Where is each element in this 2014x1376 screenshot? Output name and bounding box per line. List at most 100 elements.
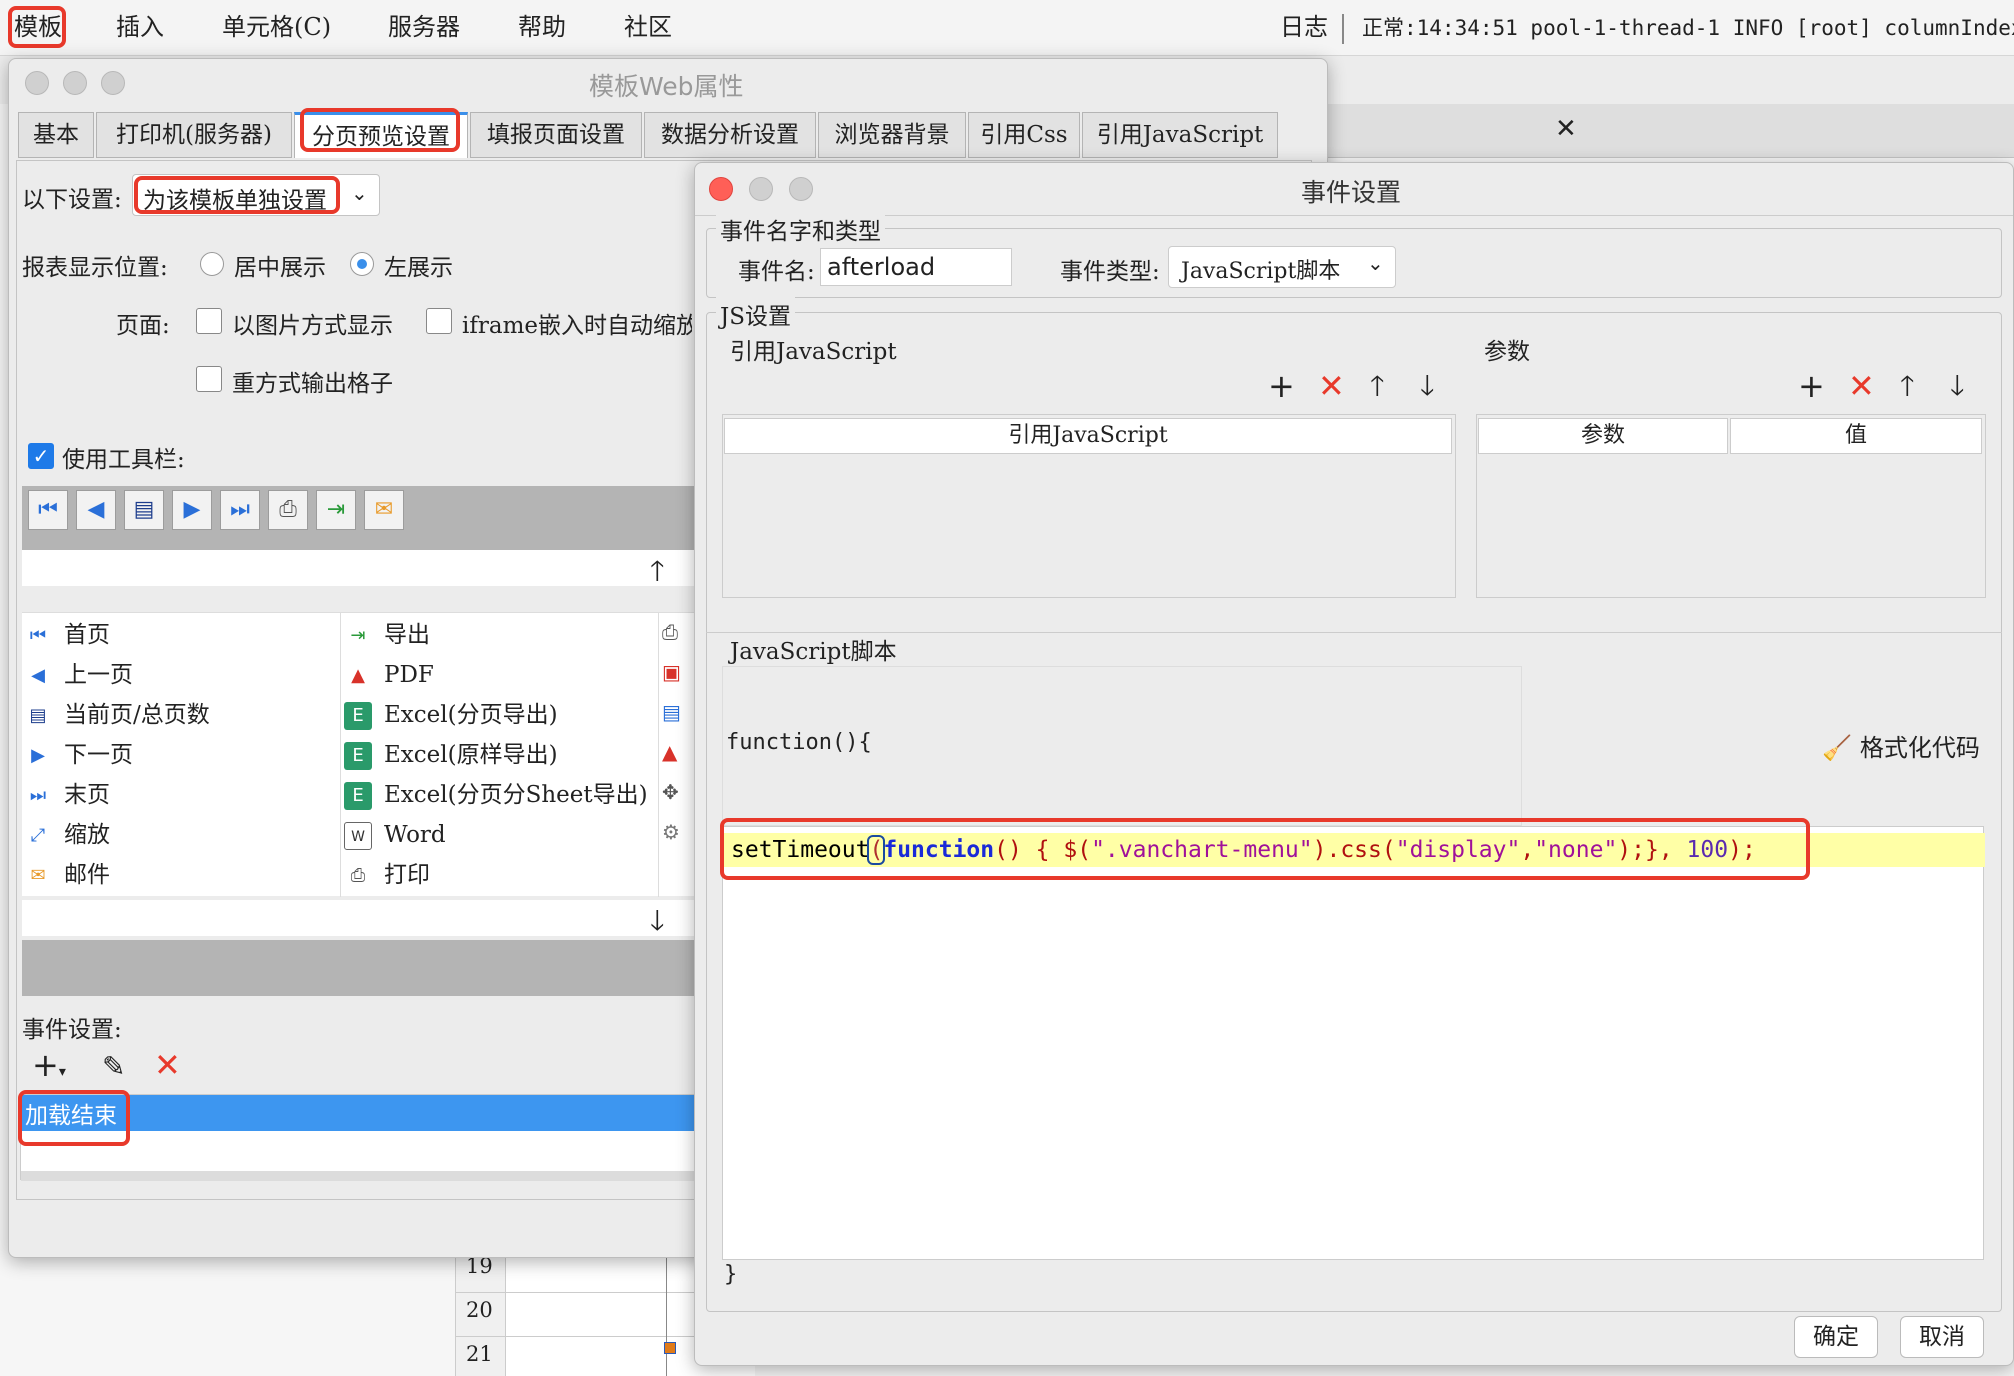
next-page-icon[interactable]: ▶ <box>172 490 212 530</box>
list-item[interactable]: ⎙ 打印 <box>344 855 430 895</box>
list-item[interactable]: W Word <box>344 815 446 855</box>
edit-event-icon[interactable]: ✎ <box>102 1050 125 1083</box>
first-page-icon[interactable]: ⏮ <box>28 490 68 530</box>
move-up-icon[interactable]: 🡑 <box>650 550 665 598</box>
checkbox-heavy-output[interactable] <box>196 366 222 392</box>
code-editor[interactable]: setTimeout(function() { $(".vanchart-men… <box>722 826 1985 1260</box>
print-icon[interactable]: ⎙ <box>662 620 678 644</box>
event-type-select[interactable]: JavaScript脚本 ⌄ <box>1168 246 1396 288</box>
menu-bar: 模板 插入 单元格(C) 服务器 帮助 社区 日志 正常:14:34:51 po… <box>0 0 2014 56</box>
tab-printer[interactable]: 打印机(服务器) <box>96 112 292 158</box>
cancel-button[interactable]: 取消 <box>1900 1316 1984 1358</box>
tab-basic[interactable]: 基本 <box>18 112 94 158</box>
list-item[interactable]: E Excel(原样导出) <box>344 735 558 775</box>
add-icon[interactable]: + <box>1268 368 1295 404</box>
delete-icon[interactable]: ✕ <box>1848 368 1875 404</box>
checkbox-heavy-output-label: 重方式输出格子 <box>232 371 393 397</box>
list-item[interactable]: ⇥ 导出 <box>344 615 430 655</box>
param-header[interactable]: 参数 <box>1478 418 1728 454</box>
highlight-template-menu <box>8 6 66 48</box>
menu-cell[interactable]: 单元格(C) <box>222 10 331 44</box>
event-name-label: 事件名: <box>738 259 815 285</box>
window-zoom-dot[interactable] <box>101 71 125 95</box>
scrollbar[interactable] <box>21 1171 703 1181</box>
checkbox-use-toolbar[interactable]: ✓ <box>28 443 54 469</box>
last-page-icon[interactable]: ⏭ <box>220 490 260 530</box>
menu-help[interactable]: 帮助 <box>518 10 566 44</box>
menu-server[interactable]: 服务器 <box>388 10 460 44</box>
setting-label: 以下设置: <box>22 187 122 213</box>
log-text: 正常:14:34:51 pool-1-thread-1 INFO [root] … <box>1362 16 2014 40</box>
tab-ref-css[interactable]: 引用Css <box>968 112 1080 158</box>
checkbox-image-mode[interactable] <box>196 308 222 334</box>
delete-icon[interactable]: ✕ <box>1318 368 1345 404</box>
radio-center-label: 居中展示 <box>234 255 326 281</box>
list-item[interactable]: ▶ 下一页 <box>24 735 133 775</box>
window-close-dot[interactable] <box>25 71 49 95</box>
prev-page-icon[interactable]: ◀ <box>76 490 116 530</box>
add-icon[interactable]: + <box>1798 368 1825 404</box>
pdf-print-icon[interactable]: ▲ <box>662 740 677 764</box>
radio-center[interactable] <box>200 252 224 276</box>
move-down-icon[interactable]: 🡓 <box>1950 368 1965 404</box>
mail-icon[interactable]: ✉ <box>364 490 404 530</box>
pdf-icon: ▲ <box>351 665 365 686</box>
highlight-tab <box>300 108 460 152</box>
tab-data-analysis[interactable]: 数据分析设置 <box>644 112 816 158</box>
value-header[interactable]: 值 <box>1730 418 1982 454</box>
event-settings-label: 事件设置: <box>22 1017 122 1043</box>
use-toolbar-label: 使用工具栏: <box>62 447 185 473</box>
window-minimize-dot[interactable] <box>749 177 773 201</box>
list-item[interactable]: ⏮ 首页 <box>24 615 110 655</box>
window-minimize-dot[interactable] <box>63 71 87 95</box>
menu-insert[interactable]: 插入 <box>116 10 164 44</box>
function-open: function(){ <box>726 730 872 755</box>
checkbox-iframe-scale[interactable] <box>426 308 452 334</box>
excel-icon: E <box>344 702 372 730</box>
tab-fill-page[interactable]: 填报页面设置 <box>470 112 642 158</box>
cell-handle[interactable] <box>664 1342 676 1354</box>
page-count-icon: ▤ <box>29 705 47 726</box>
close-icon[interactable]: ✕ <box>1555 114 1577 144</box>
bg-tab-strip: ✕ <box>1300 104 2014 158</box>
window-zoom-dot[interactable] <box>789 177 813 201</box>
page-label: 页面: <box>116 313 170 339</box>
list-item[interactable]: ✉ 邮件 <box>24 855 110 895</box>
move-icon[interactable]: ✥ <box>662 780 679 804</box>
event-name-value: afterload <box>827 253 936 281</box>
tab-browser-bg[interactable]: 浏览器背景 <box>818 112 966 158</box>
export-icon[interactable]: ⇥ <box>316 490 356 530</box>
list-item[interactable]: ⏭ 末页 <box>24 775 110 815</box>
radio-left[interactable] <box>350 252 374 276</box>
mail-icon: ✉ <box>30 865 46 886</box>
window-close-dot[interactable] <box>709 177 733 201</box>
gear-icon[interactable]: ⚙ <box>662 820 680 844</box>
position-label: 报表显示位置: <box>22 255 168 281</box>
toolbar-preview-bottom <box>22 940 700 996</box>
checkbox-image-mode-label: 以图片方式显示 <box>232 313 393 339</box>
page-count-icon[interactable]: ▤ <box>124 490 164 530</box>
ref-js-header[interactable]: 引用JavaScript <box>724 418 1452 454</box>
move-up-icon[interactable]: 🡑 <box>1370 368 1385 404</box>
add-event-icon[interactable]: +▾ <box>32 1046 66 1084</box>
row-number: 20 <box>466 1298 493 1322</box>
format-code-button[interactable]: 🧹 格式化代码 <box>1822 728 1980 763</box>
broom-icon: 🧹 <box>1822 734 1852 762</box>
log-divider <box>1342 14 1344 44</box>
list-item[interactable]: ◀ 上一页 <box>24 655 133 695</box>
flash-print-icon[interactable]: ▣ <box>662 660 681 684</box>
applet-print-icon[interactable]: ▤ <box>662 700 681 724</box>
list-item[interactable]: E Excel(分页导出) <box>344 695 558 735</box>
event-name-input[interactable]: afterload <box>820 248 1012 286</box>
tab-ref-js[interactable]: 引用JavaScript <box>1082 112 1278 158</box>
menu-community[interactable]: 社区 <box>624 10 672 44</box>
list-item[interactable]: E Excel(分页分Sheet导出) <box>344 775 648 815</box>
ok-button[interactable]: 确定 <box>1794 1316 1878 1358</box>
move-down-icon[interactable]: 🡓 <box>1420 368 1435 404</box>
list-item[interactable]: ▤ 当前页/总页数 <box>24 695 209 735</box>
move-up-icon[interactable]: 🡑 <box>1900 368 1915 404</box>
print-icon[interactable]: ⎙ <box>268 490 308 530</box>
delete-event-icon[interactable]: ✕ <box>154 1046 181 1084</box>
list-item[interactable]: ▲ PDF <box>344 655 434 695</box>
list-item[interactable]: ⤢ 缩放 <box>24 815 110 855</box>
